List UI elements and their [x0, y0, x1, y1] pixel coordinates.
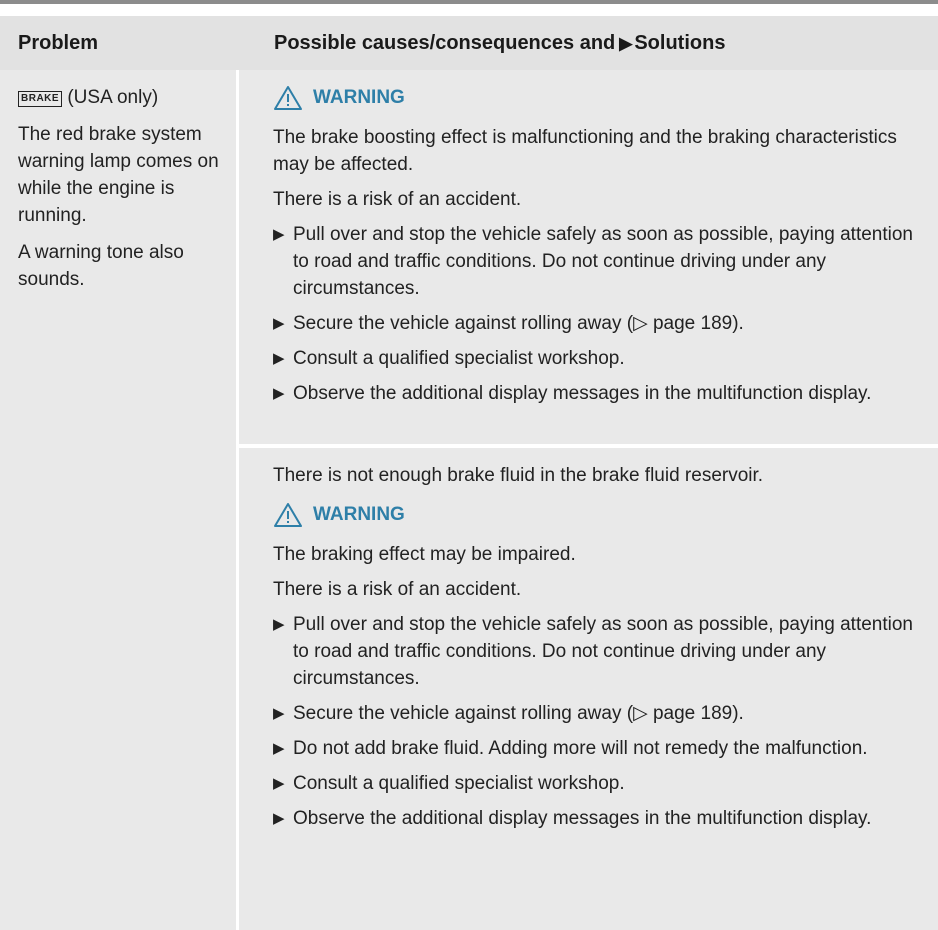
list-item: ▶ Secure the vehicle against rolling away…	[273, 700, 914, 727]
triangle-bullet-icon: ▶	[273, 385, 285, 402]
list-item: ▶ Consult a qualified specialist workshop…	[273, 770, 914, 797]
step-text: Secure the vehicle against rolling away …	[293, 313, 744, 334]
list-item: ▶ Consult a qualified specialist workshop…	[273, 345, 914, 372]
table-row: BRAKE (USA only) The red brake system wa…	[0, 70, 938, 930]
troubleshooting-table: Problem Possible causes/consequences and…	[0, 16, 938, 930]
warning-label: WARNING	[313, 504, 405, 525]
warning-label: WARNING	[313, 87, 405, 108]
warning-heading: WARNING	[273, 84, 914, 112]
triangle-bullet-icon: ▶	[273, 616, 285, 633]
warning-text: The braking effect may be impaired.	[273, 544, 576, 565]
table-header: Problem Possible causes/consequences and…	[0, 16, 938, 70]
list-item: ▶ Pull over and stop the vehicle safely a…	[273, 221, 914, 302]
triangle-bullet-icon: ▶	[273, 350, 285, 367]
warning-text: The brake boosting effect is malfunction…	[273, 127, 897, 175]
triangle-bullet-icon: ▶	[273, 810, 285, 827]
warning-triangle-icon	[274, 503, 302, 527]
step-text: Consult a qualified specialist workshop.	[293, 773, 625, 794]
warning-heading: WARNING	[273, 501, 914, 529]
header-problem: Problem	[18, 32, 99, 54]
risk-text: There is a risk of an accident.	[273, 189, 522, 210]
cause-block-2: There is not enough brake fluid in the b…	[239, 448, 938, 930]
header-solutions-text: Solutions	[634, 32, 726, 54]
header-causes-text: Possible causes/consequences and	[274, 32, 616, 54]
step-text: Consult a qualified specialist workshop.	[293, 348, 625, 369]
triangle-bullet-icon: ▶	[273, 775, 285, 792]
brake-indicator-icon: BRAKE	[18, 91, 63, 107]
step-text: Observe the additional display messages …	[293, 383, 872, 404]
cause-text: There is not enough brake fluid in the b…	[273, 465, 764, 486]
step-text: Do not add brake fluid. Adding more will…	[293, 738, 868, 759]
problem-note: A warning tone also sounds.	[18, 242, 184, 290]
step-text: Secure the vehicle against rolling away …	[293, 703, 744, 724]
triangle-bullet-icon: ▶	[273, 315, 285, 332]
problem-description: The red brake system warning lamp comes …	[18, 124, 219, 226]
step-text: Pull over and stop the vehicle safely as…	[293, 614, 913, 689]
problem-cell: BRAKE (USA only) The red brake system wa…	[0, 70, 236, 930]
cause-block-1: WARNING The brake boosting effect is mal…	[239, 70, 938, 444]
top-rule	[0, 0, 938, 4]
list-item: ▶ Observe the additional display messages…	[273, 805, 914, 832]
problem-title: BRAKE (USA only)	[18, 84, 226, 111]
triangle-bullet-icon: ▶	[273, 705, 285, 722]
solutions-cell: WARNING The brake boosting effect is mal…	[239, 70, 938, 930]
list-item: ▶ Pull over and stop the vehicle safely a…	[273, 611, 914, 692]
risk-text: There is a risk of an accident.	[273, 579, 522, 600]
triangle-bullet-icon: ▶	[273, 226, 285, 243]
arrow-icon: ▶	[619, 34, 633, 53]
triangle-bullet-icon: ▶	[273, 740, 285, 757]
warning-triangle-icon	[274, 86, 302, 110]
list-item: ▶ Do not add brake fluid. Adding more wil…	[273, 735, 914, 762]
step-text: Observe the additional display messages …	[293, 808, 872, 829]
step-text: Pull over and stop the vehicle safely as…	[293, 224, 913, 299]
list-item: ▶ Secure the vehicle against rolling away…	[273, 310, 914, 337]
header-causes: Possible causes/consequences and ▶ Solutio…	[239, 16, 938, 70]
region-note: (USA only)	[67, 87, 159, 108]
list-item: ▶ Observe the additional display messages…	[273, 380, 914, 407]
